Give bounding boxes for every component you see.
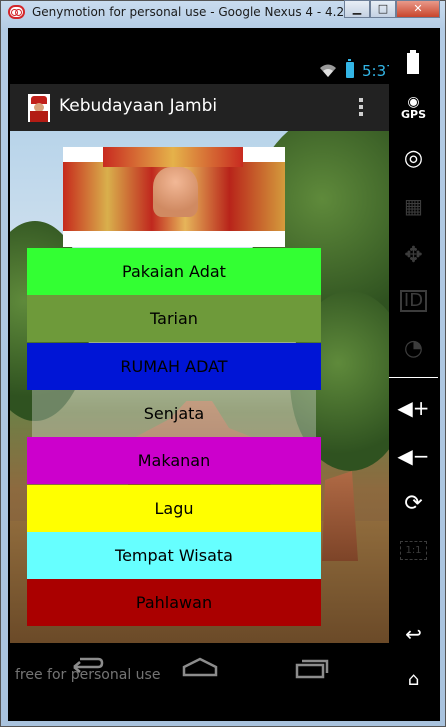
button-makanan[interactable]: Makanan xyxy=(27,437,321,484)
home-icon[interactable]: ⌂ xyxy=(389,669,438,690)
action-bar: Kebudayaan Jambi xyxy=(10,84,389,131)
maximize-button[interactable]: □ xyxy=(370,0,396,18)
back-icon[interactable]: ↩ xyxy=(389,622,438,646)
button-rumah-adat[interactable]: RUMAH ADAT xyxy=(27,343,321,390)
battery-icon[interactable] xyxy=(404,49,422,75)
close-button[interactable]: ✕ xyxy=(396,0,440,18)
app-logo[interactable] xyxy=(28,94,50,122)
rotate-icon[interactable]: ⟳ xyxy=(389,491,438,516)
scale-icon: 1:1 xyxy=(389,541,438,560)
button-lagu[interactable]: Lagu xyxy=(27,485,321,532)
window-controls: ▁ □ ✕ xyxy=(344,0,440,18)
side-panel-divider xyxy=(389,377,438,378)
id-icon: ID xyxy=(389,290,438,312)
button-tarian[interactable]: Tarian xyxy=(27,295,321,342)
volume-down-icon[interactable]: ◀− xyxy=(389,444,438,468)
watermark-text: free for personal use xyxy=(15,667,161,683)
emulator-side-panel: ◉ GPS ◎ ▦ ✥ ID ◔ ◀+ ◀− ⟳ 1:1 ↩ ⌂ xyxy=(389,36,438,721)
button-pakaian-adat[interactable]: Pakaian Adat xyxy=(27,248,321,295)
gps-label: GPS xyxy=(400,108,426,121)
window-title: Genymotion for personal use - Google Nex… xyxy=(32,5,379,19)
minimize-button[interactable]: ▁ xyxy=(344,0,370,18)
home-nav-icon[interactable] xyxy=(182,657,218,677)
header-photo xyxy=(63,147,285,247)
button-senjata[interactable]: Senjata xyxy=(32,390,316,437)
battery-icon xyxy=(346,59,354,78)
scale-label: 1:1 xyxy=(400,541,427,560)
app-title: Kebudayaan Jambi xyxy=(59,96,218,116)
id-label: ID xyxy=(399,290,428,312)
dpad-icon: ✥ xyxy=(404,243,423,268)
rss-icon: ◔ xyxy=(403,336,424,361)
status-bar: 5:37 xyxy=(10,58,396,84)
gps-icon[interactable]: ◉ GPS xyxy=(389,95,438,121)
genymotion-icon xyxy=(8,5,25,19)
button-tempat-wisata[interactable]: Tempat Wisata xyxy=(27,532,321,579)
wifi-icon xyxy=(320,64,336,77)
overflow-menu-icon[interactable] xyxy=(355,96,367,118)
volume-up-icon[interactable]: ◀+ xyxy=(389,396,438,420)
button-pahlawan[interactable]: Pahlawan xyxy=(27,579,321,626)
content-area: Pakaian Adat Tarian RUMAH ADAT Senjata M… xyxy=(10,131,389,643)
recents-nav-icon[interactable] xyxy=(295,657,329,679)
clapper-icon: ▦ xyxy=(404,194,423,218)
webcam-icon[interactable]: ◎ xyxy=(389,146,438,171)
window-titlebar[interactable]: Genymotion for personal use - Google Nex… xyxy=(0,0,446,26)
